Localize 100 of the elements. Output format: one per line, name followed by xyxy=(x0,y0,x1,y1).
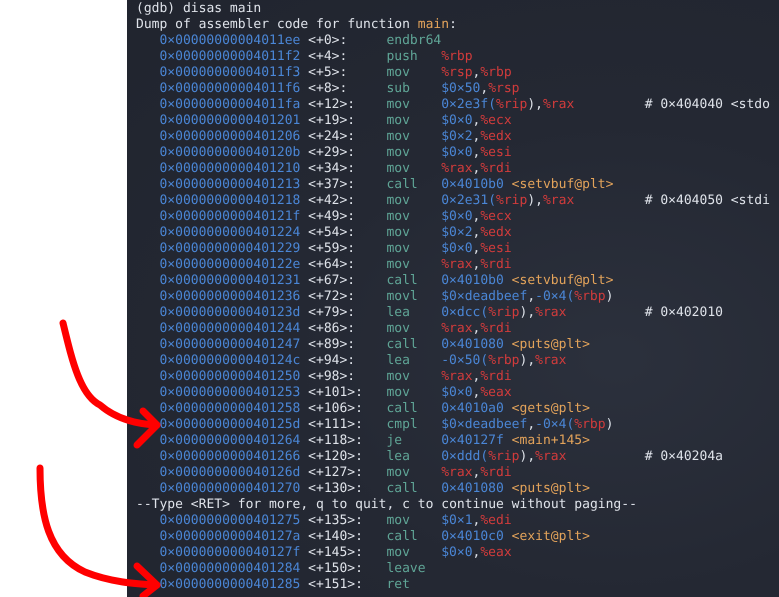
comment-text: # 0×40204a xyxy=(644,449,723,465)
address-text: 0×000000000040121f xyxy=(159,209,302,225)
offset-text: <+127>: xyxy=(308,465,364,481)
mnemonic-text: endbr64 xyxy=(386,33,442,49)
operands-text: $0×0,%eax xyxy=(441,545,513,561)
offset-text: <+67>: xyxy=(308,273,356,289)
address-text: 0×000000000040124c xyxy=(159,353,302,369)
operands-text: 0×4010b0 <setvbuf@plt> xyxy=(441,273,614,289)
operands-text: $0×0,%ecx xyxy=(441,209,513,225)
mnemonic-text: mov xyxy=(386,113,411,129)
offset-text: <+118>: xyxy=(308,433,364,449)
mnemonic-text: call xyxy=(386,337,419,353)
offset-text: <+34>: xyxy=(308,161,356,177)
operands-text: $0×0,%esi xyxy=(441,145,513,161)
address-text: 0×0000000000401231 xyxy=(159,273,302,289)
offset-text: <+24>: xyxy=(308,129,356,145)
address-text: 0×0000000000401210 xyxy=(159,161,302,177)
offset-text: <+19>: xyxy=(308,113,356,129)
address-text: 0×000000000040127a xyxy=(159,529,302,545)
mnemonic-text: call xyxy=(386,177,419,193)
operands-text: $0×0,%esi xyxy=(441,241,513,257)
operands-text: 0×4010a0 <gets@plt> xyxy=(441,401,591,417)
mnemonic-text: mov xyxy=(386,97,411,113)
offset-text: <+42>: xyxy=(308,193,356,209)
address-text: 0×0000000000401206 xyxy=(159,129,302,145)
operands-text: 0×dcc(%rip),%rax xyxy=(441,305,568,321)
operands-text: 0×ddd(%rip),%rax xyxy=(441,449,568,465)
address-text: 0×000000000040120b xyxy=(159,145,302,161)
offset-text: <+37>: xyxy=(308,177,356,193)
operands-text: 0×2e31(%rip),%rax xyxy=(441,193,576,209)
mnemonic-text: mov xyxy=(386,65,411,81)
operands-text: %rax,%rdi xyxy=(441,257,513,273)
mnemonic-text: mov xyxy=(386,209,411,225)
operands-text: 0×4010c0 <exit@plt> xyxy=(441,529,591,545)
address-text: 0×000000000040122e xyxy=(159,257,302,273)
comment-text: # 0×402010 xyxy=(644,305,723,321)
address-text: 0×0000000000401250 xyxy=(159,369,302,385)
address-text: 0×0000000000401213 xyxy=(159,177,302,193)
mnemonic-text: ret xyxy=(386,577,411,593)
mnemonic-text: call xyxy=(386,481,419,497)
address-text: 0×000000000040125d xyxy=(159,417,302,433)
address-text: 0×0000000000401264 xyxy=(159,433,302,449)
offset-text: <+59>: xyxy=(308,241,356,257)
address-text: 0×0000000000401253 xyxy=(159,385,302,401)
operands-text: 0×401080 <puts@plt> xyxy=(441,337,591,353)
address-text: 0×0000000000401266 xyxy=(159,449,302,465)
mnemonic-text: mov xyxy=(386,369,411,385)
address-text: 0×00000000004011f6 xyxy=(159,81,302,97)
mnemonic-text: mov xyxy=(386,225,411,241)
address-text: 0×000000000040126d xyxy=(159,465,302,481)
operands-text: %rax,%rdi xyxy=(441,321,513,337)
mnemonic-text: mov xyxy=(386,193,411,209)
offset-text: <+135>: xyxy=(308,513,364,529)
operands-text: %rax,%rdi xyxy=(441,465,513,481)
address-text: 0×0000000000401236 xyxy=(159,289,302,305)
address-text: 0×0000000000401258 xyxy=(159,401,302,417)
mnemonic-text: mov xyxy=(386,257,411,273)
offset-text: <+151>: xyxy=(308,577,364,593)
operands-text: %rsp,%rbp xyxy=(441,65,513,81)
offset-text: <+0>: xyxy=(308,33,348,49)
offset-text: <+98>: xyxy=(308,369,356,385)
mnemonic-text: call xyxy=(386,529,419,545)
offset-text: <+89>: xyxy=(308,337,356,353)
address-text: 0×000000000040123d xyxy=(159,305,302,321)
operands-text: %rbp xyxy=(441,49,474,65)
offset-text: <+106>: xyxy=(308,401,364,417)
operands-text: -0×50(%rbp),%rax xyxy=(441,353,568,369)
address-text: 0×00000000004011f2 xyxy=(159,49,302,65)
comment-text: # 0×404050 <stdi xyxy=(644,193,770,209)
mnemonic-text: mov xyxy=(386,145,411,161)
mnemonic-text: mov xyxy=(386,129,411,145)
mnemonic-text: call xyxy=(386,273,419,289)
address-text: 0×0000000000401247 xyxy=(159,337,302,353)
address-text: 0×0000000000401201 xyxy=(159,113,302,129)
mnemonic-text: mov xyxy=(386,545,411,561)
mnemonic-text: mov xyxy=(386,241,411,257)
address-text: 0×0000000000401270 xyxy=(159,481,302,497)
offset-text: <+150>: xyxy=(308,561,364,577)
operands-text: $0×0,%ecx xyxy=(441,113,513,129)
operands-text: 0×401080 <puts@plt> xyxy=(441,481,591,497)
operands-text: $0×deadbeef,-0×4(%rbp) xyxy=(441,289,614,305)
operands-text: 0×2e3f(%rip),%rax xyxy=(441,97,576,113)
operands-text: %rax,%rdi xyxy=(441,161,513,177)
address-text: 0×0000000000401284 xyxy=(159,561,302,577)
mnemonic-text: lea xyxy=(386,449,411,465)
mnemonic-text: mov xyxy=(386,513,411,529)
mnemonic-text: cmpl xyxy=(386,417,419,433)
mnemonic-text: mov xyxy=(386,385,411,401)
mnemonic-text: movl xyxy=(386,289,419,305)
offset-text: <+140>: xyxy=(308,529,364,545)
mnemonic-text: mov xyxy=(386,161,411,177)
operands-text: $0×0,%eax xyxy=(441,385,513,401)
address-text: 0×0000000000401275 xyxy=(159,513,302,529)
mnemonic-text: mov xyxy=(386,321,411,337)
offset-text: <+4>: xyxy=(308,49,348,65)
operands-text: $0×deadbeef,-0×4(%rbp) xyxy=(441,417,614,433)
mnemonic-text: je xyxy=(386,433,404,449)
offset-text: <+111>: xyxy=(308,417,364,433)
offset-text: <+120>: xyxy=(308,449,364,465)
offset-text: <+94>: xyxy=(308,353,356,369)
